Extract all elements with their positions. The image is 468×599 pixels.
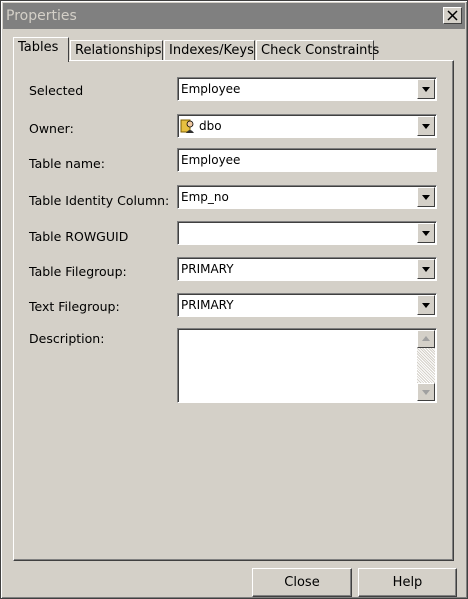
tab-tables[interactable]: Tables (13, 37, 69, 62)
owner-value: dbo (199, 119, 222, 133)
text-filegroup-dropdown[interactable]: PRIMARY (177, 293, 437, 317)
selected-value: Employee (181, 82, 241, 96)
chevron-down-icon[interactable] (417, 187, 435, 207)
scroll-up-icon[interactable] (417, 330, 435, 348)
owner-label: Owner: (29, 121, 74, 136)
rowguid-label: Table ROWGUID (29, 229, 129, 244)
text-filegroup-value: PRIMARY (181, 298, 234, 312)
description-textarea[interactable] (177, 328, 437, 403)
chevron-down-icon[interactable] (417, 259, 435, 279)
identity-column-value: Emp_no (181, 190, 229, 204)
identity-column-dropdown[interactable]: Emp_no (177, 185, 437, 209)
table-filegroup-label: Table Filegroup: (29, 264, 127, 279)
window-title: Properties (6, 8, 77, 24)
selected-label: Selected (29, 83, 84, 98)
chevron-down-icon[interactable] (417, 223, 435, 243)
tab-relationships[interactable]: Relationships (70, 40, 163, 61)
rowguid-dropdown[interactable] (177, 221, 437, 245)
title-bar[interactable]: Properties (3, 3, 465, 29)
chevron-down-icon[interactable] (417, 295, 435, 315)
close-button[interactable]: Close (252, 568, 352, 597)
close-icon (447, 10, 458, 21)
description-label: Description: (29, 331, 105, 346)
table-name-value: Employee (181, 153, 241, 167)
owner-dropdown[interactable]: dbo (177, 114, 437, 138)
properties-dialog: Properties Tables Relationships Indexes/… (0, 0, 468, 599)
table-name-label: Table name: (29, 156, 105, 171)
table-filegroup-dropdown[interactable]: PRIMARY (177, 257, 437, 281)
selected-dropdown[interactable]: Employee (177, 77, 437, 101)
help-button[interactable]: Help (358, 568, 457, 597)
chevron-down-icon[interactable] (417, 79, 435, 99)
description-scrollbar[interactable] (417, 330, 435, 401)
text-filegroup-label: Text Filegroup: (29, 299, 120, 314)
window-close-button[interactable] (443, 7, 462, 24)
table-filegroup-value: PRIMARY (181, 262, 234, 276)
tab-check-constraints[interactable]: Check Constraints (256, 40, 379, 61)
user-icon (180, 119, 194, 133)
table-name-input[interactable]: Employee (177, 148, 437, 172)
scroll-down-icon[interactable] (417, 383, 435, 401)
tab-indexes-keys[interactable]: Indexes/Keys (164, 40, 255, 61)
chevron-down-icon[interactable] (417, 116, 435, 136)
identity-column-label: Table Identity Column: (29, 193, 170, 208)
